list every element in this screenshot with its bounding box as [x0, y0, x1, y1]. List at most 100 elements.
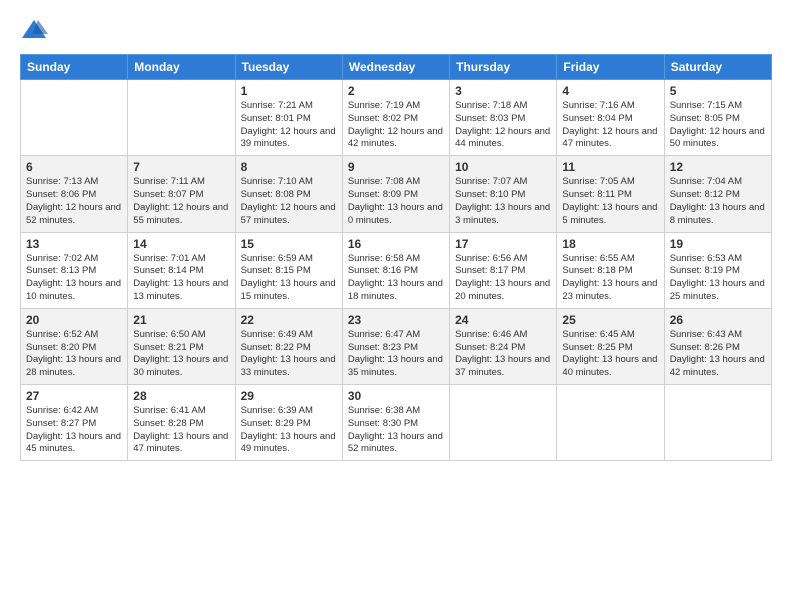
day-number: 15: [241, 237, 337, 251]
calendar-cell: 3Sunrise: 7:18 AM Sunset: 8:03 PM Daylig…: [450, 80, 557, 156]
calendar-day-header: Sunday: [21, 55, 128, 80]
calendar-cell: [557, 385, 664, 461]
day-info: Sunrise: 6:50 AM Sunset: 8:21 PM Dayligh…: [133, 329, 229, 380]
logo: [20, 16, 52, 44]
day-info: Sunrise: 7:19 AM Sunset: 8:02 PM Dayligh…: [348, 100, 444, 151]
day-info: Sunrise: 7:02 AM Sunset: 8:13 PM Dayligh…: [26, 253, 122, 304]
calendar-cell: 29 Sunrise: 6:39 AM Sunset: 8:29 PM Dayli…: [235, 385, 342, 461]
calendar-cell: [664, 385, 771, 461]
day-number: 11: [562, 160, 658, 174]
day-number: 12: [670, 160, 766, 174]
calendar-cell: 21 Sunrise: 6:50 AM Sunset: 8:21 PM Dayli…: [128, 308, 235, 384]
calendar-cell: 9 Sunrise: 7:08 AM Sunset: 8:09 PM Daylig…: [342, 156, 449, 232]
calendar-cell: 27 Sunrise: 6:42 AM Sunset: 8:27 PM Dayli…: [21, 385, 128, 461]
day-info: Sunrise: 6:53 AM Sunset: 8:19 PM Dayligh…: [670, 253, 766, 304]
day-number: 26: [670, 313, 766, 327]
day-number: 16: [348, 237, 444, 251]
day-info: Sunrise: 7:01 AM Sunset: 8:14 PM Dayligh…: [133, 253, 229, 304]
day-info: Sunrise: 6:47 AM Sunset: 8:23 PM Dayligh…: [348, 329, 444, 380]
page: SundayMondayTuesdayWednesdayThursdayFrid…: [0, 0, 792, 612]
calendar-day-header: Saturday: [664, 55, 771, 80]
calendar-cell: 22 Sunrise: 6:49 AM Sunset: 8:22 PM Dayli…: [235, 308, 342, 384]
calendar-cell: 17 Sunrise: 6:56 AM Sunset: 8:17 PM Dayli…: [450, 232, 557, 308]
calendar-cell: 13 Sunrise: 7:02 AM Sunset: 8:13 PM Dayli…: [21, 232, 128, 308]
day-info: Sunrise: 6:42 AM Sunset: 8:27 PM Dayligh…: [26, 405, 122, 456]
day-info: Sunrise: 6:59 AM Sunset: 8:15 PM Dayligh…: [241, 253, 337, 304]
calendar-cell: 2Sunrise: 7:19 AM Sunset: 8:02 PM Daylig…: [342, 80, 449, 156]
logo-icon: [20, 16, 48, 44]
calendar-cell: 14 Sunrise: 7:01 AM Sunset: 8:14 PM Dayli…: [128, 232, 235, 308]
day-info: Sunrise: 6:49 AM Sunset: 8:22 PM Dayligh…: [241, 329, 337, 380]
day-number: 17: [455, 237, 551, 251]
day-info: Sunrise: 7:18 AM Sunset: 8:03 PM Dayligh…: [455, 100, 551, 151]
calendar-header-row: SundayMondayTuesdayWednesdayThursdayFrid…: [21, 55, 772, 80]
day-info: Sunrise: 7:11 AM Sunset: 8:07 PM Dayligh…: [133, 176, 229, 227]
day-info: Sunrise: 7:15 AM Sunset: 8:05 PM Dayligh…: [670, 100, 766, 151]
calendar-week-row: 27 Sunrise: 6:42 AM Sunset: 8:27 PM Dayli…: [21, 385, 772, 461]
day-info: Sunrise: 7:07 AM Sunset: 8:10 PM Dayligh…: [455, 176, 551, 227]
calendar-week-row: 1Sunrise: 7:21 AM Sunset: 8:01 PM Daylig…: [21, 80, 772, 156]
calendar-cell: 15 Sunrise: 6:59 AM Sunset: 8:15 PM Dayli…: [235, 232, 342, 308]
day-info: Sunrise: 7:04 AM Sunset: 8:12 PM Dayligh…: [670, 176, 766, 227]
calendar-cell: [128, 80, 235, 156]
day-info: Sunrise: 7:13 AM Sunset: 8:06 PM Dayligh…: [26, 176, 122, 227]
day-info: Sunrise: 6:38 AM Sunset: 8:30 PM Dayligh…: [348, 405, 444, 456]
day-info: Sunrise: 7:16 AM Sunset: 8:04 PM Dayligh…: [562, 100, 658, 151]
calendar-cell: [450, 385, 557, 461]
calendar-cell: 11 Sunrise: 7:05 AM Sunset: 8:11 PM Dayli…: [557, 156, 664, 232]
day-info: Sunrise: 6:39 AM Sunset: 8:29 PM Dayligh…: [241, 405, 337, 456]
day-info: Sunrise: 6:41 AM Sunset: 8:28 PM Dayligh…: [133, 405, 229, 456]
calendar-cell: 10Sunrise: 7:07 AM Sunset: 8:10 PM Dayli…: [450, 156, 557, 232]
calendar-cell: 1Sunrise: 7:21 AM Sunset: 8:01 PM Daylig…: [235, 80, 342, 156]
calendar-day-header: Wednesday: [342, 55, 449, 80]
day-number: 25: [562, 313, 658, 327]
day-info: Sunrise: 6:58 AM Sunset: 8:16 PM Dayligh…: [348, 253, 444, 304]
calendar-cell: 28 Sunrise: 6:41 AM Sunset: 8:28 PM Dayli…: [128, 385, 235, 461]
day-number: 27: [26, 389, 122, 403]
calendar-day-header: Monday: [128, 55, 235, 80]
calendar-cell: 4 Sunrise: 7:16 AM Sunset: 8:04 PM Daylig…: [557, 80, 664, 156]
day-number: 29: [241, 389, 337, 403]
calendar-cell: 25 Sunrise: 6:45 AM Sunset: 8:25 PM Dayli…: [557, 308, 664, 384]
day-info: Sunrise: 7:10 AM Sunset: 8:08 PM Dayligh…: [241, 176, 337, 227]
calendar-week-row: 13 Sunrise: 7:02 AM Sunset: 8:13 PM Dayli…: [21, 232, 772, 308]
calendar-cell: 30 Sunrise: 6:38 AM Sunset: 8:30 PM Dayli…: [342, 385, 449, 461]
calendar-cell: 12 Sunrise: 7:04 AM Sunset: 8:12 PM Dayli…: [664, 156, 771, 232]
day-number: 5: [670, 84, 766, 98]
calendar-cell: 19 Sunrise: 6:53 AM Sunset: 8:19 PM Dayli…: [664, 232, 771, 308]
day-number: 4: [562, 84, 658, 98]
header: [20, 16, 772, 44]
calendar-cell: 5 Sunrise: 7:15 AM Sunset: 8:05 PM Daylig…: [664, 80, 771, 156]
day-info: Sunrise: 6:43 AM Sunset: 8:26 PM Dayligh…: [670, 329, 766, 380]
calendar-week-row: 6 Sunrise: 7:13 AM Sunset: 8:06 PM Daylig…: [21, 156, 772, 232]
day-info: Sunrise: 6:45 AM Sunset: 8:25 PM Dayligh…: [562, 329, 658, 380]
day-number: 19: [670, 237, 766, 251]
calendar-cell: 26 Sunrise: 6:43 AM Sunset: 8:26 PM Dayli…: [664, 308, 771, 384]
calendar-cell: 16 Sunrise: 6:58 AM Sunset: 8:16 PM Dayli…: [342, 232, 449, 308]
day-number: 18: [562, 237, 658, 251]
day-number: 28: [133, 389, 229, 403]
day-number: 22: [241, 313, 337, 327]
calendar-cell: 20 Sunrise: 6:52 AM Sunset: 8:20 PM Dayli…: [21, 308, 128, 384]
day-number: 9: [348, 160, 444, 174]
calendar-table: SundayMondayTuesdayWednesdayThursdayFrid…: [20, 54, 772, 461]
day-info: Sunrise: 6:56 AM Sunset: 8:17 PM Dayligh…: [455, 253, 551, 304]
day-number: 21: [133, 313, 229, 327]
calendar-cell: [21, 80, 128, 156]
day-number: 14: [133, 237, 229, 251]
day-number: 8: [241, 160, 337, 174]
day-number: 13: [26, 237, 122, 251]
day-number: 30: [348, 389, 444, 403]
day-info: Sunrise: 6:52 AM Sunset: 8:20 PM Dayligh…: [26, 329, 122, 380]
day-info: Sunrise: 7:05 AM Sunset: 8:11 PM Dayligh…: [562, 176, 658, 227]
day-info: Sunrise: 7:08 AM Sunset: 8:09 PM Dayligh…: [348, 176, 444, 227]
day-number: 24: [455, 313, 551, 327]
day-info: Sunrise: 6:46 AM Sunset: 8:24 PM Dayligh…: [455, 329, 551, 380]
day-info: Sunrise: 7:21 AM Sunset: 8:01 PM Dayligh…: [241, 100, 337, 151]
day-info: Sunrise: 6:55 AM Sunset: 8:18 PM Dayligh…: [562, 253, 658, 304]
day-number: 20: [26, 313, 122, 327]
day-number: 6: [26, 160, 122, 174]
calendar-week-row: 20 Sunrise: 6:52 AM Sunset: 8:20 PM Dayli…: [21, 308, 772, 384]
calendar-cell: 7Sunrise: 7:11 AM Sunset: 8:07 PM Daylig…: [128, 156, 235, 232]
calendar-cell: 23Sunrise: 6:47 AM Sunset: 8:23 PM Dayli…: [342, 308, 449, 384]
